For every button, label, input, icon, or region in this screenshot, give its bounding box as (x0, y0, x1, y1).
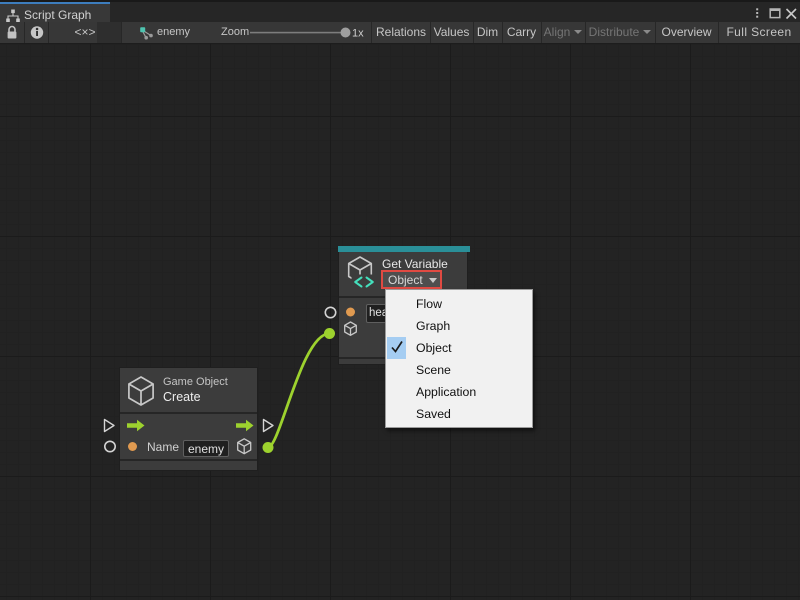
svg-text:1x: 1x (352, 28, 364, 40)
